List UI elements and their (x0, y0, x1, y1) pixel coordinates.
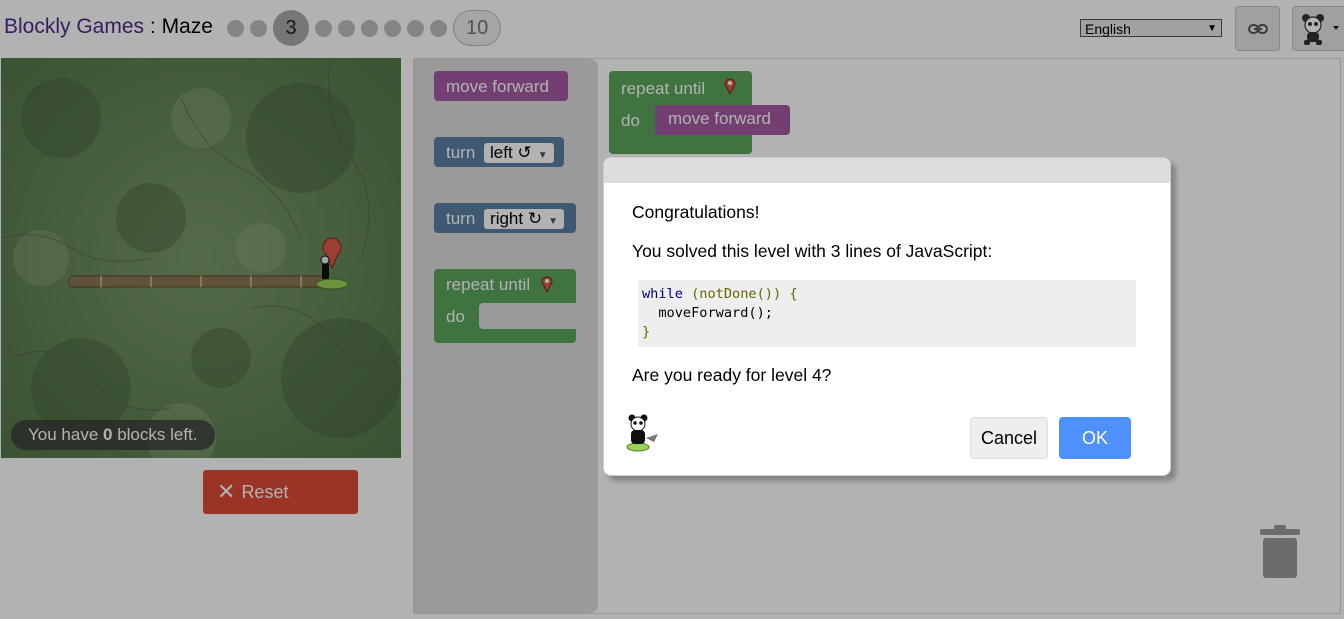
ok-button[interactable]: OK (1059, 417, 1131, 459)
code-line-1: while (notDone()) { (642, 285, 1136, 304)
code-keyword: while (642, 286, 683, 302)
dialog-lines-text: You solved this level with 3 lines of Ja… (632, 241, 993, 261)
panda-icon (626, 414, 658, 452)
dialog-question-text: Are you ready for level 4? (632, 365, 832, 385)
code-block: while (notDone()) { moveForward(); } (638, 280, 1136, 347)
code-text: (notDone()) { (682, 286, 798, 302)
code-line-3: } (642, 324, 651, 340)
dialog-header[interactable] (604, 158, 1170, 183)
cancel-button[interactable]: Cancel (970, 417, 1048, 459)
dialog-congrats-text: Congratulations! (632, 202, 760, 222)
congratulations-dialog: Congratulations! You solved this level w… (603, 157, 1171, 476)
code-line-2: moveForward(); (642, 305, 773, 321)
